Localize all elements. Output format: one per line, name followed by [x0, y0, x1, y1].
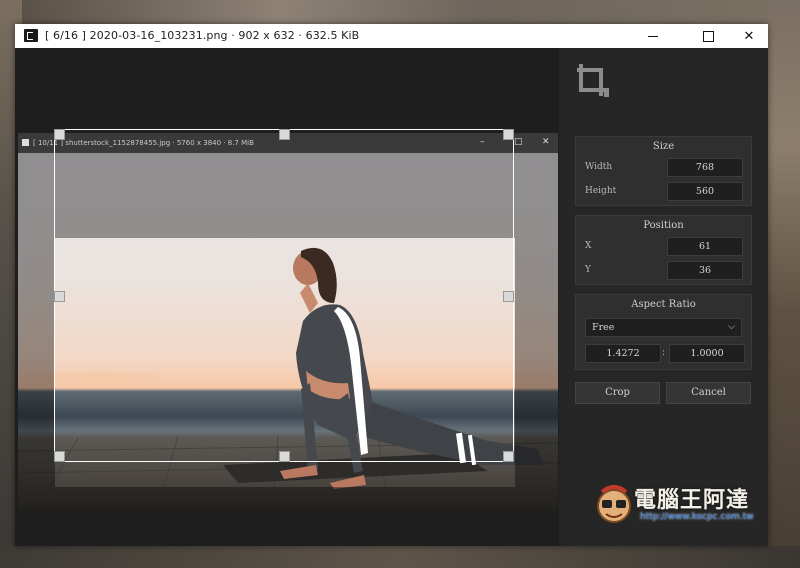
crop-dim-right	[515, 238, 558, 509]
width-field[interactable]: 768	[667, 158, 743, 177]
image-viewer-window: [ 6/16 ] 2020-03-16_103231.png · 902 x 6…	[15, 24, 768, 546]
cancel-button[interactable]: Cancel	[666, 382, 751, 404]
app-icon	[24, 29, 38, 42]
crop-handle-top[interactable]	[279, 129, 290, 140]
aspect-ratio-title: Aspect Ratio	[631, 299, 696, 310]
crop-handle-bottom-right[interactable]	[503, 451, 514, 462]
ratio-width-field[interactable]: 1.4272	[585, 344, 661, 363]
crop-selection[interactable]	[54, 129, 514, 462]
height-field[interactable]: 560	[667, 182, 743, 201]
crop-handle-right[interactable]	[503, 291, 514, 302]
maximize-icon	[702, 30, 714, 42]
ratio-separator: :	[662, 348, 666, 358]
window-title: [ 6/16 ] 2020-03-16_103231.png · 902 x 6…	[45, 29, 360, 42]
watermark-url: http://www.kocpc.com.tw	[640, 512, 754, 522]
position-group: Position X 61 Y 36	[575, 215, 752, 285]
size-title: Size	[652, 141, 675, 152]
width-label: Width	[585, 162, 613, 172]
watermark: 電腦王阿達 http://www.kocpc.com.tw	[596, 478, 786, 530]
crop-panel: Size Width 768 Height 560 Position X 61 …	[559, 48, 768, 546]
watermark-text: 電腦王阿達	[634, 488, 750, 513]
ratio-height-field[interactable]: 1.0000	[669, 344, 745, 363]
aspect-ratio-group: Aspect Ratio Free ⌵ 1.4272 : 1.0000	[575, 294, 752, 370]
minimize-button[interactable]	[630, 24, 676, 48]
crop-dim-left	[18, 238, 55, 509]
position-title: Position	[643, 220, 684, 231]
inner-app-icon	[22, 139, 29, 146]
crop-icon	[577, 64, 609, 97]
crop-handle-top-left[interactable]	[54, 129, 65, 140]
size-group: Size Width 768 Height 560	[575, 136, 752, 206]
inner-maximize-icon: □	[514, 137, 523, 147]
y-field[interactable]: 36	[667, 261, 743, 280]
aspect-ratio-select[interactable]: Free ⌵	[585, 318, 742, 337]
y-label: Y	[585, 265, 591, 275]
height-label: Height	[585, 186, 617, 196]
desktop-background-bottom	[0, 546, 800, 568]
close-icon: ✕	[743, 28, 755, 44]
crop-handle-top-right[interactable]	[503, 129, 514, 140]
x-label: X	[585, 241, 592, 251]
crop-handle-bottom-left[interactable]	[54, 451, 65, 462]
watermark-mascot-icon	[597, 485, 631, 523]
chevron-down-icon: ⌵	[728, 322, 735, 332]
close-button[interactable]: ✕	[726, 24, 772, 48]
maximize-button[interactable]	[685, 24, 731, 48]
crop-handle-left[interactable]	[54, 291, 65, 302]
minimize-icon	[648, 35, 658, 37]
aspect-ratio-selected: Free	[592, 322, 615, 333]
crop-dim-bottom	[55, 487, 515, 509]
desktop-background-top	[0, 0, 800, 24]
x-field[interactable]: 61	[667, 237, 743, 256]
title-bar[interactable]: [ 6/16 ] 2020-03-16_103231.png · 902 x 6…	[15, 24, 768, 48]
inner-close-icon: ✕	[542, 137, 550, 147]
crop-button[interactable]: Crop	[575, 382, 660, 404]
crop-handle-bottom[interactable]	[279, 451, 290, 462]
